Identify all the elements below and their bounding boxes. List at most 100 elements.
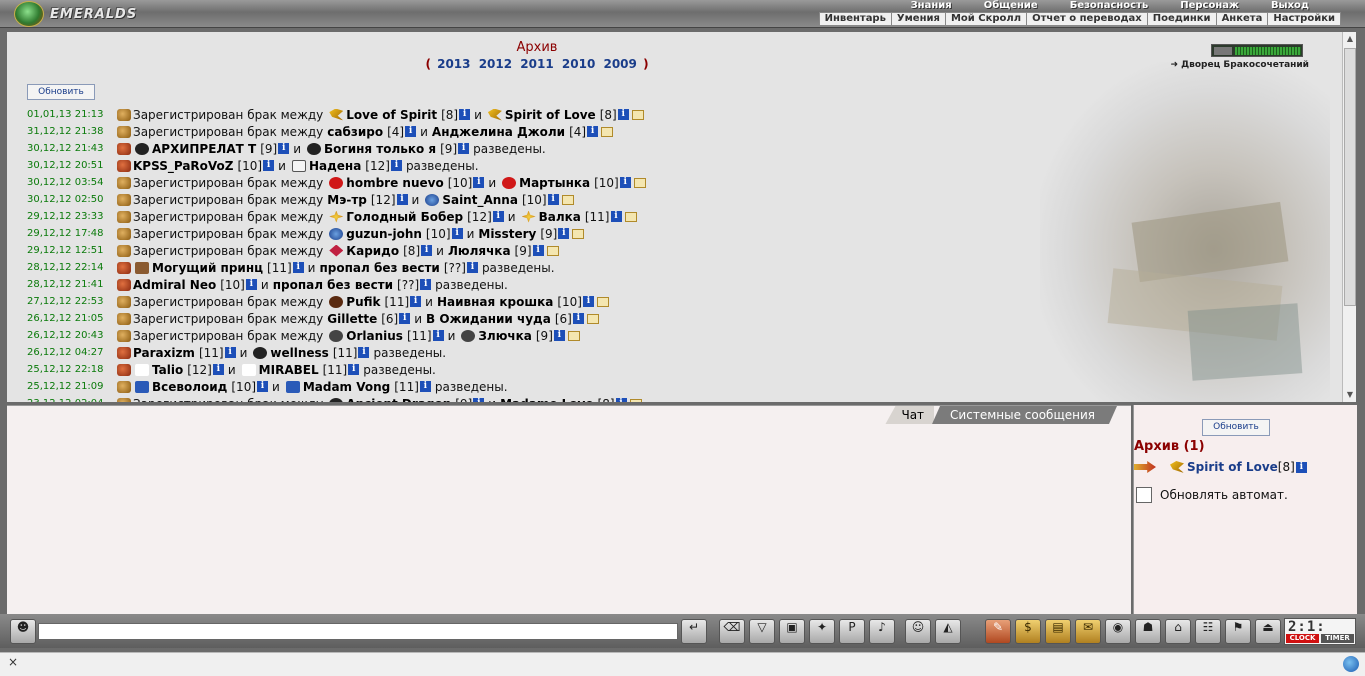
info-icon[interactable]: i bbox=[619, 177, 631, 188]
nav-exit[interactable]: Выход bbox=[1255, 0, 1325, 11]
info-icon[interactable]: i bbox=[421, 245, 433, 256]
player-nick[interactable]: Misstery bbox=[478, 227, 536, 241]
info-icon[interactable]: i bbox=[553, 330, 565, 341]
clan-icon[interactable] bbox=[502, 176, 517, 189]
player-nick[interactable]: Наивная крошка bbox=[437, 295, 553, 309]
palace-link[interactable]: ➜ Дворец Бракосочетаний bbox=[1149, 60, 1309, 70]
tab-system-messages[interactable]: Системные сообщения bbox=[932, 406, 1117, 424]
subnav-inventory[interactable]: Инвентарь bbox=[820, 13, 891, 25]
subnav-transfer-report[interactable]: Отчет о переводах bbox=[1026, 13, 1147, 25]
info-icon[interactable]: i bbox=[615, 398, 627, 402]
side-user-entry[interactable]: Spirit of Love [8] i bbox=[1134, 457, 1307, 477]
info-icon[interactable]: i bbox=[458, 143, 470, 154]
info-icon[interactable]: i bbox=[572, 313, 584, 324]
runner-icon[interactable]: ✦ bbox=[809, 619, 835, 644]
subnav-skills[interactable]: Умения bbox=[890, 13, 945, 25]
side-user-nick[interactable]: Spirit of Love bbox=[1187, 460, 1278, 474]
info-icon[interactable]: i bbox=[451, 228, 463, 239]
player-nick[interactable]: Валка bbox=[539, 210, 581, 224]
subnav-duels[interactable]: Поединки bbox=[1146, 13, 1216, 25]
player-nick[interactable]: Gillette bbox=[327, 312, 377, 326]
archive-scrollbar[interactable]: ▲ ▼ bbox=[1342, 32, 1356, 402]
clan-icon[interactable] bbox=[135, 261, 149, 274]
player-nick[interactable]: В Ожидании чуда bbox=[426, 312, 551, 326]
eraser-icon[interactable]: ⌫ bbox=[719, 619, 745, 644]
scroll-up-icon[interactable]: ▲ bbox=[1344, 32, 1356, 46]
info-icon[interactable]: i bbox=[466, 262, 478, 273]
year-link-2011[interactable]: 2011 bbox=[520, 57, 553, 71]
info-icon[interactable]: i bbox=[473, 398, 485, 402]
info-icon[interactable]: i bbox=[492, 211, 504, 222]
clan-icon[interactable] bbox=[329, 227, 344, 240]
player-nick[interactable]: пропал без вести bbox=[319, 261, 439, 275]
info-icon[interactable]: i bbox=[587, 126, 599, 137]
info-icon[interactable]: i bbox=[459, 109, 471, 120]
subnav-profile[interactable]: Анкета bbox=[1215, 13, 1268, 25]
year-link-2009[interactable]: 2009 bbox=[603, 57, 636, 71]
ring-icon[interactable] bbox=[596, 296, 609, 307]
ring-icon[interactable] bbox=[629, 398, 642, 402]
info-icon[interactable]: i bbox=[432, 330, 444, 341]
auto-refresh-option[interactable]: Обновлять автомат. bbox=[1136, 487, 1288, 503]
nav-character[interactable]: Персонаж bbox=[1164, 0, 1255, 11]
player-nick[interactable]: wellness bbox=[270, 346, 328, 360]
helmet-icon[interactable]: ◭ bbox=[935, 619, 961, 644]
clan-icon[interactable] bbox=[487, 108, 502, 121]
info-icon[interactable]: i bbox=[399, 313, 411, 324]
ring-icon[interactable] bbox=[561, 194, 574, 205]
player-nick[interactable]: Talio bbox=[152, 363, 183, 377]
group-icon[interactable]: ☷ bbox=[1195, 619, 1221, 644]
player-nick[interactable]: Madam Vong bbox=[303, 380, 390, 394]
clan-icon[interactable] bbox=[135, 380, 149, 393]
exit-icon[interactable]: ⏏ bbox=[1255, 619, 1281, 644]
clan-icon[interactable] bbox=[291, 159, 306, 172]
ring-icon[interactable] bbox=[572, 228, 585, 239]
player-nick[interactable]: АРХИПРЕЛАТ Т bbox=[152, 142, 256, 156]
player-nick[interactable]: пропал без вести bbox=[273, 278, 393, 292]
info-icon[interactable]: i bbox=[212, 364, 224, 375]
smiley-icon[interactable]: ☺ bbox=[905, 619, 931, 644]
player-nick[interactable]: Люлячка bbox=[448, 244, 511, 258]
player-nick[interactable]: Saint_Anna bbox=[442, 193, 518, 207]
nav-knowledge[interactable]: Знания bbox=[895, 0, 968, 11]
clan-icon[interactable] bbox=[329, 329, 344, 342]
send-enter-icon[interactable]: ↵ bbox=[681, 619, 707, 644]
clan-icon[interactable] bbox=[329, 108, 344, 121]
clan-icon[interactable] bbox=[329, 210, 344, 223]
clock-button[interactable]: CLOCK bbox=[1286, 634, 1319, 643]
subnav-settings[interactable]: Настройки bbox=[1267, 13, 1340, 25]
player-nick[interactable]: MIRABEL bbox=[259, 363, 319, 377]
close-icon[interactable]: × bbox=[8, 655, 18, 669]
info-icon[interactable]: i bbox=[558, 228, 570, 239]
clan-icon[interactable] bbox=[329, 176, 344, 189]
info-icon[interactable]: i bbox=[405, 126, 417, 137]
clan-icon[interactable] bbox=[285, 380, 300, 393]
year-link-2010[interactable]: 2010 bbox=[562, 57, 595, 71]
year-link-2013[interactable]: 2013 bbox=[437, 57, 470, 71]
save-disk-icon[interactable]: ▣ bbox=[779, 619, 805, 644]
player-nick[interactable]: Голодный Бобер bbox=[346, 210, 463, 224]
player-nick[interactable]: Pufik bbox=[346, 295, 380, 309]
translit-icon[interactable]: P bbox=[839, 619, 865, 644]
info-icon[interactable]: i bbox=[292, 262, 304, 273]
flag-icon[interactable]: ⚑ bbox=[1225, 619, 1251, 644]
player-nick[interactable]: guzun-john bbox=[346, 227, 422, 241]
clan-icon[interactable] bbox=[241, 363, 256, 376]
tab-chat[interactable]: Чат bbox=[885, 406, 935, 424]
info-icon[interactable]: i bbox=[419, 381, 431, 392]
sound-icon[interactable]: ♪ bbox=[869, 619, 895, 644]
nav-security[interactable]: Безопасность bbox=[1054, 0, 1165, 11]
info-icon[interactable]: i bbox=[390, 160, 402, 171]
money-bag-icon[interactable]: $ bbox=[1015, 619, 1041, 644]
clan-icon[interactable] bbox=[329, 397, 344, 402]
timer-button[interactable]: TIMER bbox=[1321, 634, 1354, 643]
chest-icon[interactable]: ▤ bbox=[1045, 619, 1071, 644]
info-icon[interactable]: i bbox=[224, 347, 236, 358]
player-nick[interactable]: Admiral Neo bbox=[133, 278, 216, 292]
player-nick[interactable]: Paraxizm bbox=[133, 346, 195, 360]
player-nick[interactable]: Богиня только я bbox=[324, 142, 436, 156]
ring-icon[interactable] bbox=[601, 126, 614, 137]
player-nick[interactable]: hombre nuevo bbox=[346, 176, 443, 190]
auto-refresh-checkbox[interactable] bbox=[1136, 487, 1152, 503]
speech-head-icon[interactable]: ☻ bbox=[10, 619, 36, 644]
